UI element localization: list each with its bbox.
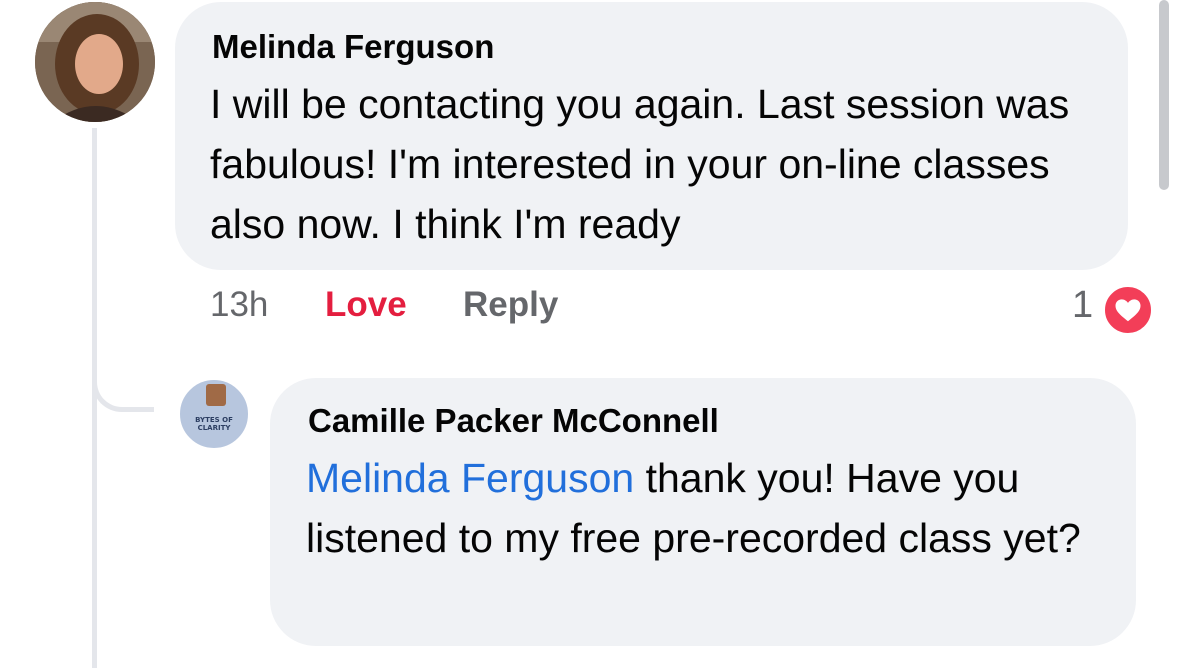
- reaction-count[interactable]: 1: [1072, 284, 1093, 327]
- heart-icon[interactable]: [1102, 284, 1154, 336]
- reply-text: Melinda Ferguson thank you! Have you lis…: [306, 448, 1116, 568]
- reply-connector-curve: [92, 320, 154, 412]
- avatar[interactable]: [35, 2, 155, 122]
- reply-button[interactable]: Reply: [463, 285, 558, 325]
- reply-author[interactable]: Camille Packer McConnell: [308, 402, 719, 440]
- comment-text: I will be contacting you again. Last ses…: [210, 81, 1070, 247]
- mention-link[interactable]: Melinda Ferguson: [306, 455, 634, 501]
- avatar-brand-text: BYTES OF CLARITY: [195, 416, 233, 432]
- avatar-photo: [206, 384, 226, 406]
- profile-photo: [35, 2, 155, 122]
- comment-timestamp[interactable]: 13h: [210, 285, 268, 325]
- love-reaction-button[interactable]: Love: [325, 285, 407, 325]
- reply-avatar[interactable]: BYTES OF CLARITY: [178, 378, 250, 450]
- comment-author[interactable]: Melinda Ferguson: [212, 28, 494, 66]
- scrollbar[interactable]: [1159, 0, 1169, 190]
- comment-thread: Melinda Ferguson I will be contacting yo…: [0, 0, 1179, 668]
